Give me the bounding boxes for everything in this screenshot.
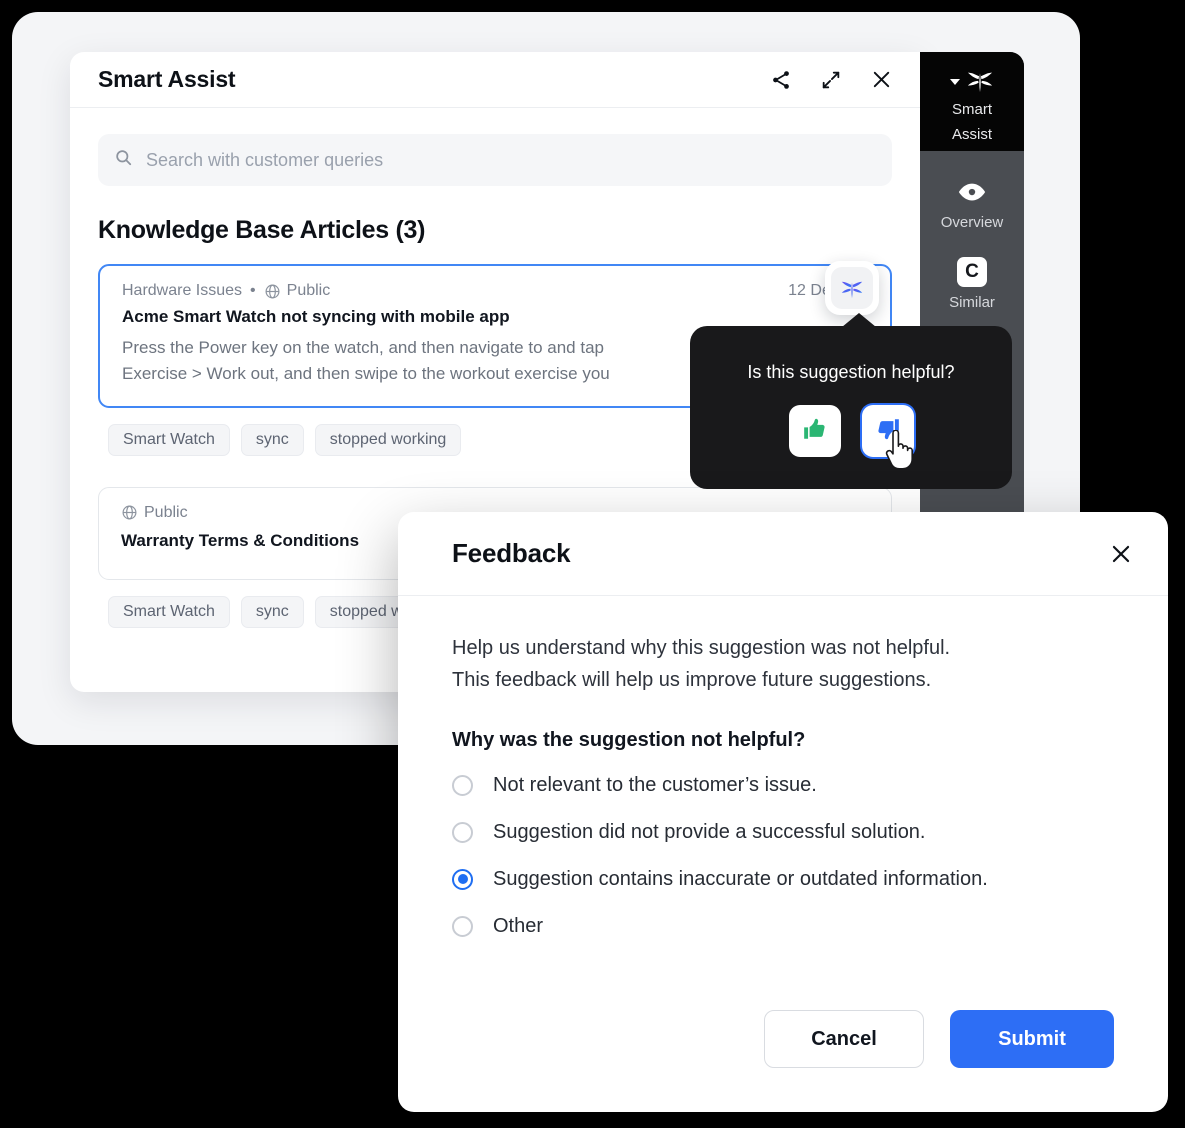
screen-root: Smart Assist Search with customer querie… — [0, 0, 1185, 1128]
feedback-dialog: Feedback Help us understand why this sug… — [398, 512, 1168, 1112]
kb-article-title: Acme Smart Watch not syncing with mobile… — [122, 307, 510, 326]
caret-down-icon[interactable] — [949, 79, 960, 85]
smart-assist-floating-badge[interactable] — [825, 261, 879, 315]
sprout-leaf-icon — [965, 67, 995, 98]
cancel-button[interactable]: Cancel — [764, 1010, 924, 1068]
feedback-dialog-header: Feedback — [398, 512, 1168, 596]
search-bar[interactable] — [98, 134, 892, 186]
close-icon[interactable] — [1106, 539, 1136, 569]
globe-icon — [264, 283, 281, 300]
sprout-leaf-icon — [831, 267, 873, 309]
globe-icon — [121, 504, 138, 521]
kb-article-visibility: Public — [144, 503, 188, 521]
feedback-option-row[interactable]: Not relevant to the customer’s issue. — [452, 774, 1114, 797]
sidebar-item-label: Similar — [949, 294, 995, 311]
feedback-option-row[interactable]: Suggestion contains inaccurate or outdat… — [452, 868, 1114, 891]
radio-button[interactable] — [452, 915, 473, 937]
thumbs-up-button[interactable] — [788, 405, 841, 457]
search-input[interactable] — [146, 149, 876, 171]
share-icon[interactable] — [768, 67, 794, 93]
feedback-question: Why was the suggestion not helpful? — [452, 728, 806, 751]
kb-article-category: Hardware Issues — [122, 282, 243, 299]
feedback-intro-line-2: This feedback will help us improve futur… — [452, 669, 932, 692]
tooltip-button-group — [788, 405, 914, 470]
tag-chip[interactable]: sync — [240, 423, 304, 456]
kb-article-meta: Hardware Issues • Public 12 Dec 202 — [122, 282, 870, 300]
eye-icon — [920, 177, 1024, 207]
tag-chip[interactable]: Smart Watch — [108, 595, 230, 628]
radio-button[interactable] — [452, 821, 473, 843]
close-icon[interactable] — [868, 67, 894, 93]
feedback-option-row[interactable]: Suggestion did not provide a successful … — [452, 821, 1114, 844]
knowledge-base-section-title: Knowledge Base Articles (3) — [98, 216, 426, 244]
kb-meta-separator: • — [250, 282, 256, 299]
tooltip-question: Is this suggestion helpful? — [747, 362, 955, 382]
tag-chip[interactable]: stopped working — [314, 423, 462, 456]
submit-button[interactable]: Submit — [950, 1010, 1114, 1068]
sidebar-item-overview[interactable]: Overview — [920, 151, 1024, 231]
feedback-option-label: Suggestion contains inaccurate or outdat… — [493, 867, 988, 890]
page-title: Smart Assist — [98, 66, 236, 92]
radio-button-selected[interactable] — [452, 868, 473, 890]
expand-icon[interactable] — [818, 67, 844, 93]
feedback-option-label: Not relevant to the customer’s issue. — [493, 773, 817, 796]
sidebar-item-label: Overview — [940, 214, 1004, 231]
c-badge-icon: C — [920, 257, 1024, 287]
search-icon — [114, 148, 133, 172]
sidebar-brand-header[interactable]: Smart Assist — [920, 52, 1024, 151]
sidebar-brand-row — [920, 69, 1024, 95]
thumbs-down-button[interactable] — [861, 405, 914, 470]
tag-chip[interactable]: sync — [240, 595, 304, 628]
feedback-option-label: Other — [493, 914, 544, 937]
thumbs-up-icon — [802, 416, 828, 447]
tag-chip[interactable]: Smart Watch — [108, 423, 230, 456]
feedback-dialog-actions: Cancel Submit — [764, 1010, 1114, 1068]
feedback-dialog-title: Feedback — [452, 538, 571, 568]
thumbs-down-icon — [875, 416, 901, 447]
radio-button[interactable] — [452, 774, 473, 796]
smart-assist-header: Smart Assist — [70, 52, 920, 108]
feedback-option-row[interactable]: Other — [452, 915, 1114, 938]
feedback-option-label: Suggestion did not provide a successful … — [493, 820, 926, 843]
feedback-intro-line-1: Help us understand why this suggestion w… — [452, 637, 951, 659]
kb-article-visibility: Public — [286, 282, 331, 299]
tooltip-arrow — [842, 313, 876, 327]
sidebar-brand-label-line2: Assist — [951, 125, 992, 143]
sidebar-item-similar[interactable]: C Similar — [920, 231, 1024, 311]
feedback-intro: Help us understand why this suggestion w… — [452, 632, 1114, 697]
sidebar-brand-label-line1: Smart — [951, 101, 992, 118]
header-icon-group — [768, 67, 894, 93]
suggestion-feedback-tooltip: Is this suggestion helpful? — [690, 313, 1012, 489]
feedback-dialog-body: Help us understand why this suggestion w… — [398, 596, 1168, 938]
